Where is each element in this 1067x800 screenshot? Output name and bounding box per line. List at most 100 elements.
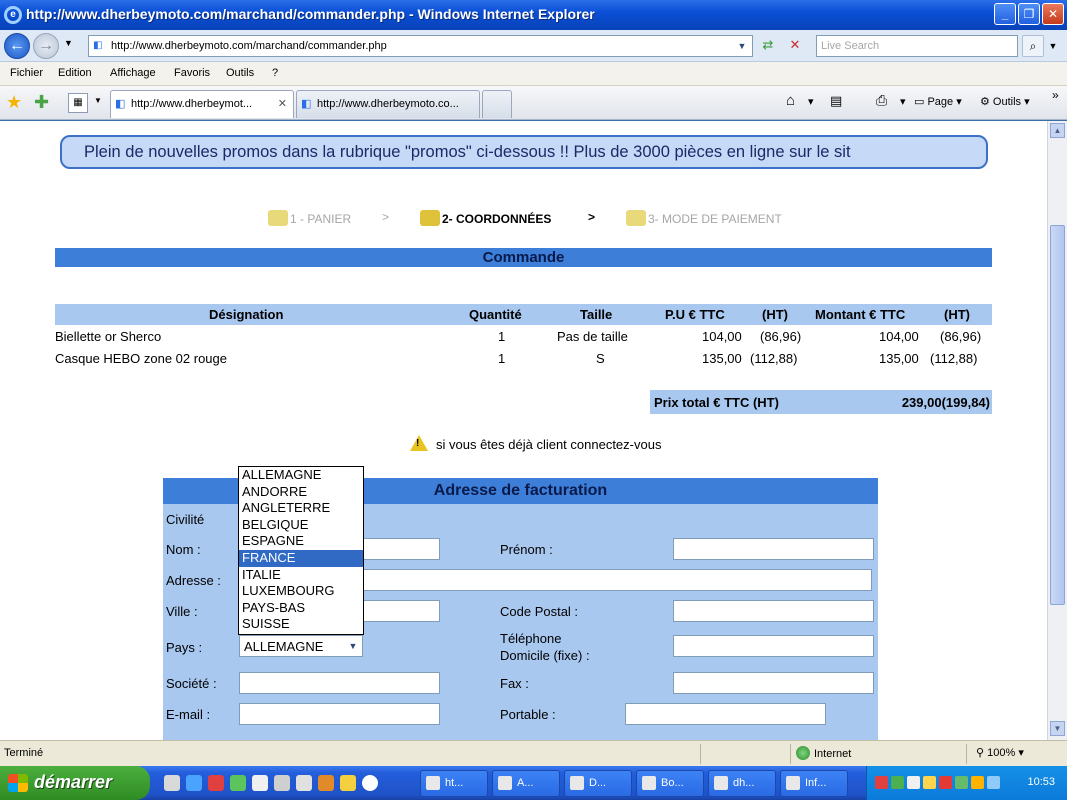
history-dropdown-icon[interactable]: ▼	[64, 38, 73, 48]
tab-close-icon[interactable]: ✕	[278, 97, 287, 110]
tab-dherbeymoto[interactable]: ◧ http://www.dherbeymoto.co...	[296, 90, 480, 118]
quicklaunch-app-icon[interactable]	[362, 775, 378, 791]
label-pays: Pays :	[166, 640, 203, 655]
task-dh[interactable]: dh...	[708, 770, 776, 797]
menu-affichage[interactable]: Affichage	[110, 67, 156, 79]
address-dropdown-icon[interactable]: ▼	[734, 38, 750, 54]
quicklaunch-app-icon[interactable]	[252, 775, 268, 791]
tools-menu[interactable]: ⚙ Outils ▾	[980, 95, 1030, 108]
code-postal-input[interactable]	[673, 600, 874, 622]
country-option[interactable]: ANDORRE	[239, 484, 363, 501]
menu-fichier[interactable]: Fichier	[10, 67, 43, 79]
new-tab-button[interactable]	[482, 90, 512, 118]
task-a[interactable]: A...	[492, 770, 560, 797]
country-option[interactable]: ANGLETERRE	[239, 500, 363, 517]
scroll-down-icon[interactable]: ▼	[1050, 721, 1065, 736]
zoom-icon: ⚲	[976, 747, 988, 759]
task-d[interactable]: D...	[564, 770, 632, 797]
page-menu[interactable]: ▭ Page ▾	[914, 95, 962, 108]
minimize-button[interactable]: _	[994, 3, 1016, 25]
quicklaunch-app-icon[interactable]	[340, 775, 356, 791]
step-icon	[626, 210, 646, 226]
country-dropdown-list[interactable]: ALLEMAGNE ANDORRE ANGLETERRE BELGIQUE ES…	[238, 466, 364, 635]
stop-icon[interactable]: ✕	[784, 35, 806, 57]
search-input[interactable]: Live Search	[816, 35, 1018, 57]
tray-icon[interactable]	[955, 776, 968, 789]
task-icon	[642, 776, 656, 790]
menu-favoris[interactable]: Favoris	[174, 67, 210, 79]
clock[interactable]: 10:53	[1027, 776, 1055, 788]
task-label: dh...	[733, 777, 755, 789]
favorites-star-icon[interactable]: ★	[6, 92, 22, 113]
email-input[interactable]	[239, 703, 440, 725]
tab-bar: ★ ✚ ▦ ▼ ◧ http://www.dherbeymot... ✕ ◧ h…	[0, 86, 1067, 120]
tray-icon[interactable]	[971, 776, 984, 789]
tray-icon[interactable]	[939, 776, 952, 789]
search-icon[interactable]: ⌕	[1022, 35, 1044, 57]
vertical-scrollbar[interactable]: ▲ ▼	[1047, 121, 1067, 740]
task-bo[interactable]: Bo...	[636, 770, 704, 797]
quicklaunch-app-icon[interactable]	[274, 775, 290, 791]
scroll-thumb[interactable]	[1050, 225, 1065, 605]
menu-outils[interactable]: Outils	[226, 67, 254, 79]
step-panier[interactable]: 1 - PANIER	[268, 210, 351, 226]
telephone-input[interactable]	[673, 635, 874, 657]
add-favorites-icon[interactable]: ✚	[34, 92, 49, 113]
country-option[interactable]: SUISSE	[239, 616, 363, 633]
back-button[interactable]: ←	[4, 33, 30, 59]
quicklaunch-app-icon[interactable]	[318, 775, 334, 791]
maximize-button[interactable]: ❐	[1018, 3, 1040, 25]
quicklaunch-app-icon[interactable]	[230, 775, 246, 791]
quicklaunch-app-icon[interactable]	[208, 775, 224, 791]
menu-help[interactable]: ?	[272, 67, 278, 79]
menu-edition[interactable]: Edition	[58, 67, 92, 79]
societe-input[interactable]	[239, 672, 440, 694]
print-icon[interactable]: ⎙	[876, 92, 887, 109]
refresh-icon[interactable]: ⇄	[757, 35, 779, 57]
security-zone[interactable]: Internet	[796, 746, 851, 760]
portable-input[interactable]	[625, 703, 826, 725]
tray-icon[interactable]	[987, 776, 1000, 789]
window-title: http://www.dherbeymoto.com/marchand/comm…	[26, 6, 595, 22]
home-icon[interactable]: ⌂	[786, 92, 795, 109]
tray-icon[interactable]	[891, 776, 904, 789]
ie-quicklaunch-icon[interactable]	[186, 775, 202, 791]
quick-tabs-icon[interactable]: ▦	[68, 93, 88, 113]
tab-commander[interactable]: ◧ http://www.dherbeymot... ✕	[110, 90, 294, 118]
chevron-more-icon[interactable]: »	[1052, 88, 1059, 102]
scroll-up-icon[interactable]: ▲	[1050, 123, 1065, 138]
close-button[interactable]: ✕	[1042, 3, 1064, 25]
search-placeholder: Live Search	[821, 40, 880, 52]
start-button[interactable]: démarrer	[0, 766, 150, 800]
prenom-input[interactable]	[673, 538, 874, 560]
chevron-down-icon[interactable]: ▼	[345, 637, 361, 655]
login-hint-link[interactable]: ! si vous êtes déjà client connectez-vous	[410, 435, 661, 452]
task-ie[interactable]: ht...	[420, 770, 488, 797]
tray-icon[interactable]	[923, 776, 936, 789]
country-option-highlighted[interactable]: FRANCE	[239, 550, 363, 567]
page-icon: ◧	[93, 40, 103, 51]
show-desktop-icon[interactable]	[164, 775, 180, 791]
country-option[interactable]: ESPAGNE	[239, 533, 363, 550]
country-option[interactable]: PAYS-BAS	[239, 600, 363, 617]
feeds-icon[interactable]: ▤	[830, 93, 842, 109]
country-option[interactable]: BELGIQUE	[239, 517, 363, 534]
window-title-bar[interactable]: e http://www.dherbeymoto.com/marchand/co…	[0, 0, 1067, 30]
country-option[interactable]: ITALIE	[239, 567, 363, 584]
home-dropdown-icon[interactable]: ▾	[808, 95, 814, 108]
zoom-control[interactable]: ⚲ 100% ▾	[976, 746, 1024, 759]
address-input[interactable]: ◧ http://www.dherbeymoto.com/marchand/co…	[88, 35, 753, 57]
tray-icon[interactable]	[875, 776, 888, 789]
search-dropdown-icon[interactable]: ▼	[1046, 35, 1060, 57]
tray-icon[interactable]	[907, 776, 920, 789]
tab-list-dropdown-icon[interactable]: ▼	[94, 96, 102, 105]
country-option[interactable]: LUXEMBOURG	[239, 583, 363, 600]
country-option[interactable]: ALLEMAGNE	[239, 467, 363, 484]
task-inf[interactable]: Inf...	[780, 770, 848, 797]
quicklaunch-app-icon[interactable]	[296, 775, 312, 791]
print-dropdown-icon[interactable]: ▾	[900, 95, 906, 108]
pays-select[interactable]: ALLEMAGNE ▼	[239, 635, 363, 657]
forward-button[interactable]: →	[33, 33, 59, 59]
fax-input[interactable]	[673, 672, 874, 694]
label-civilite: Civilité	[166, 512, 205, 527]
